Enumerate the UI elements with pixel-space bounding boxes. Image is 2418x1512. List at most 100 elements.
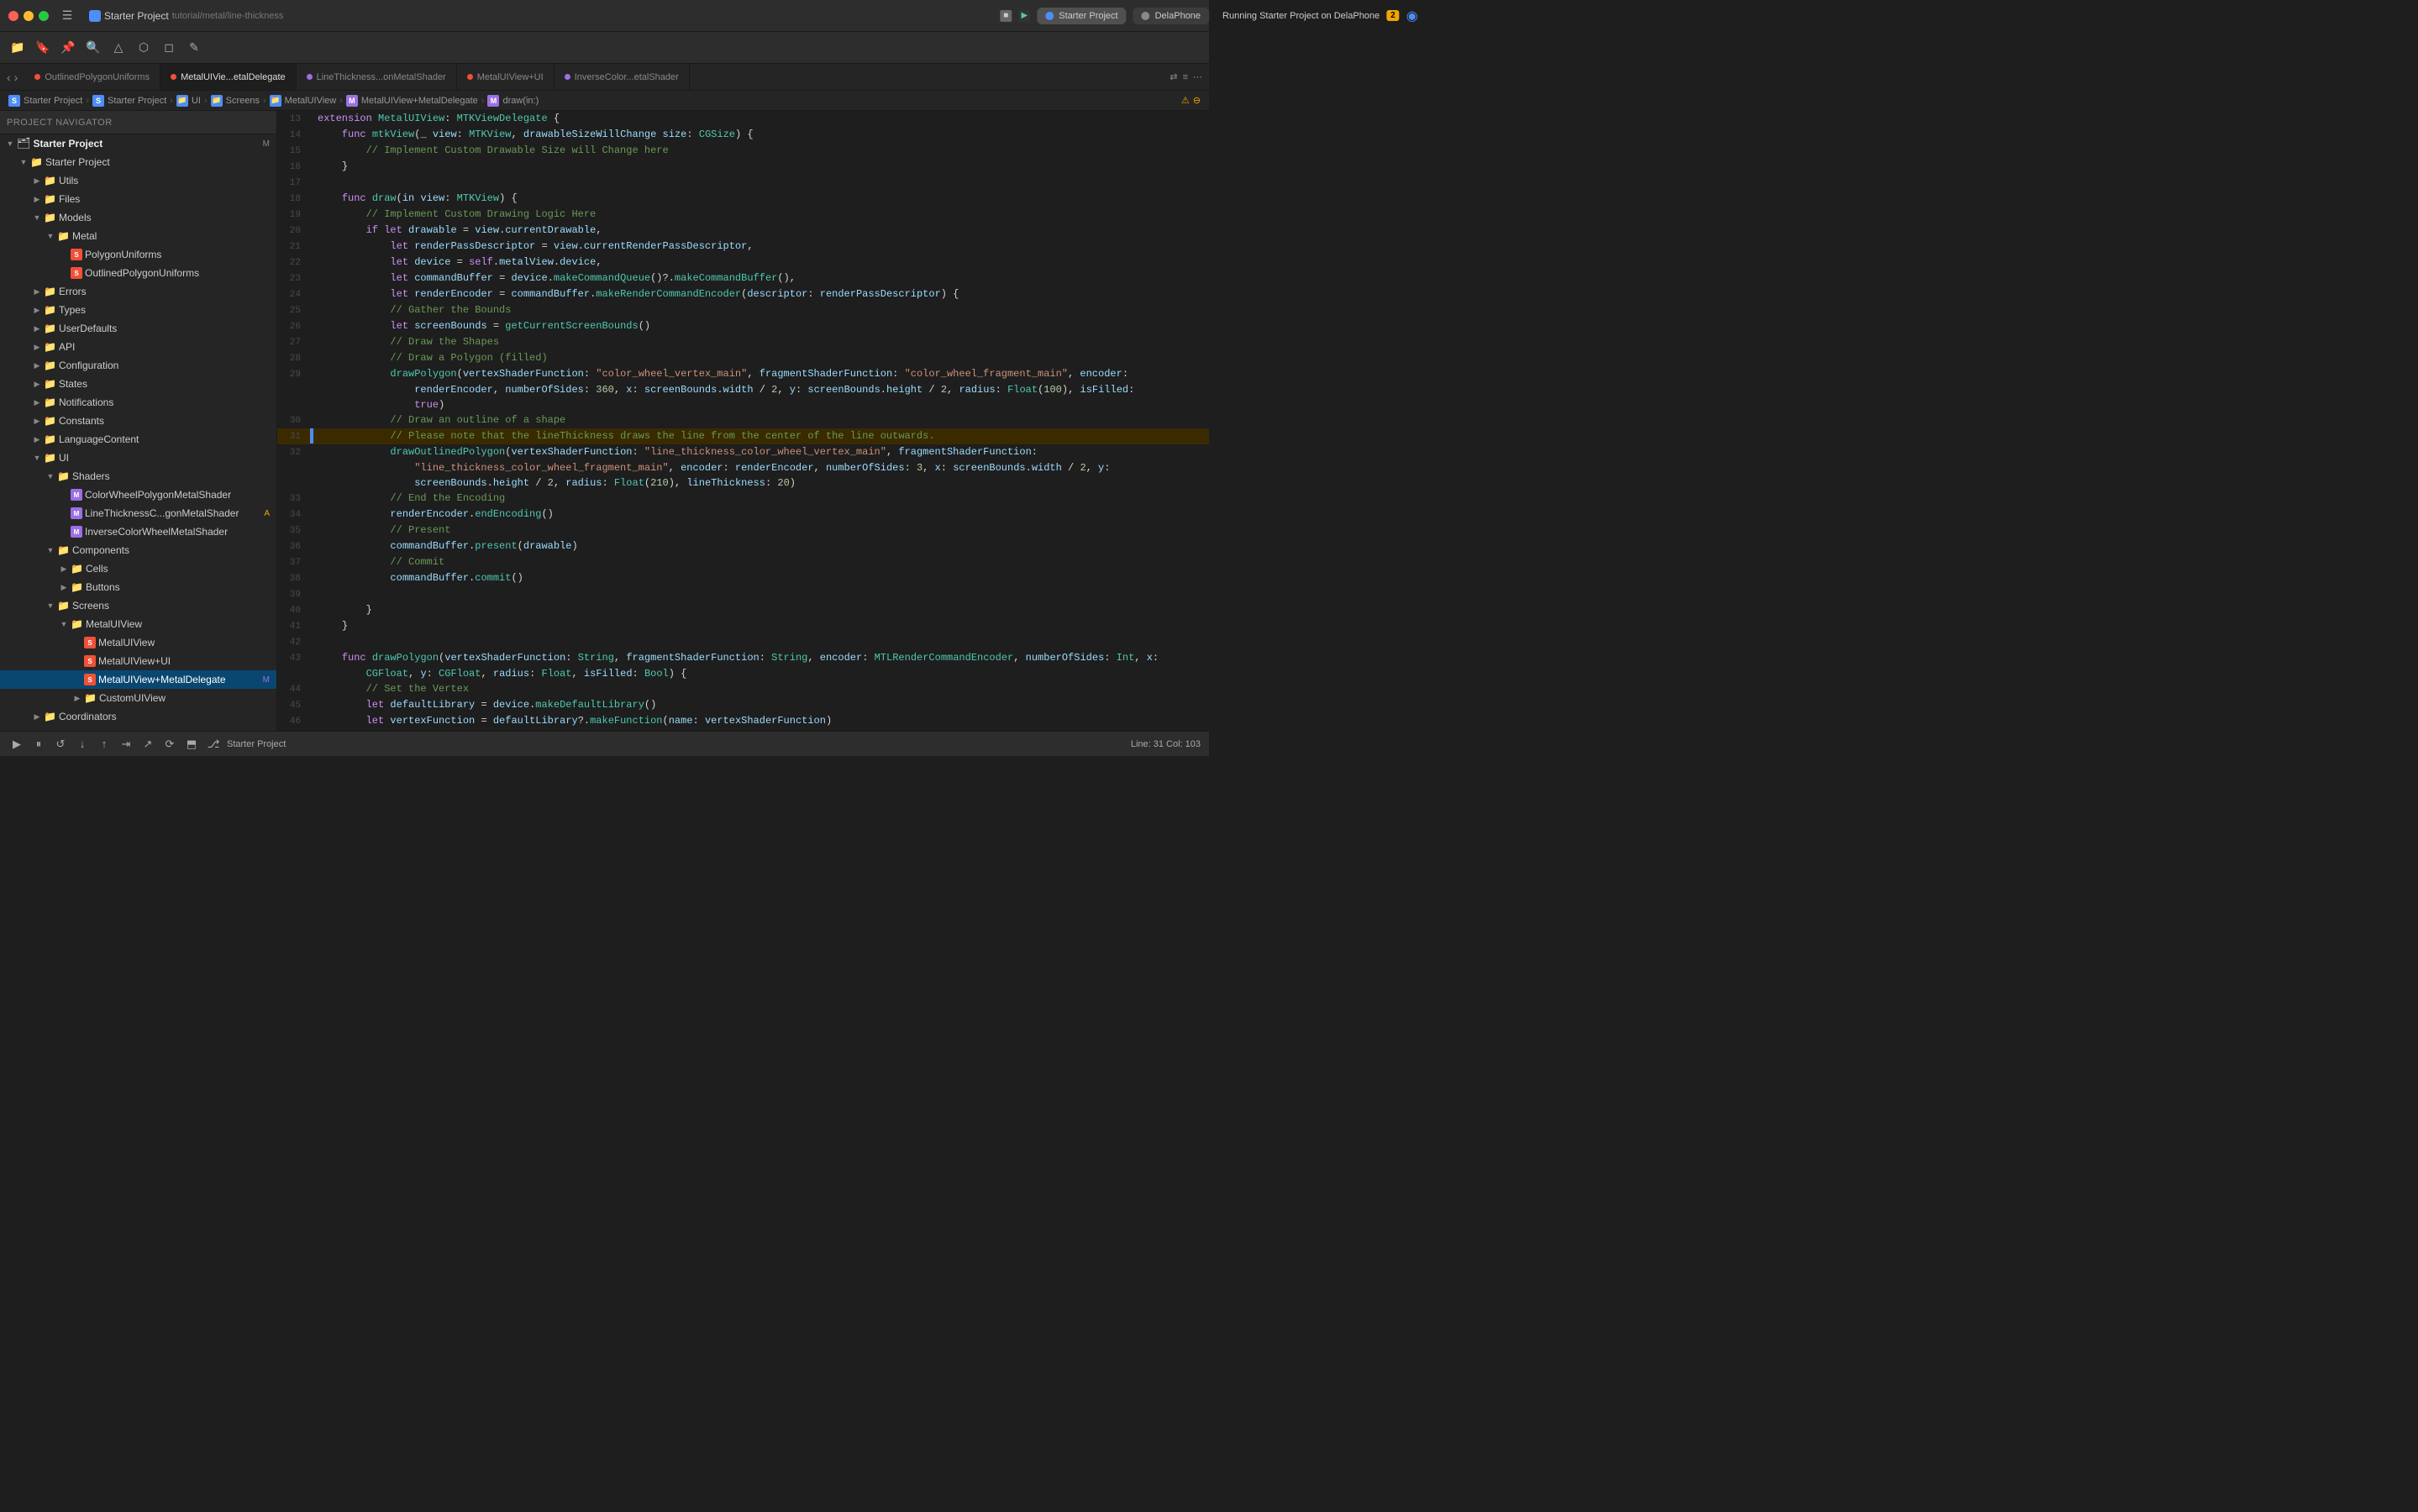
breadcrumb-delegate[interactable]: MetalUIView+MetalDelegate: [361, 96, 478, 106]
tab-delaphone[interactable]: DelaPhone: [1133, 8, 1209, 24]
edit-icon[interactable]: ✎: [185, 39, 203, 57]
stop-button[interactable]: ■: [1000, 10, 1012, 22]
tab-metal-ui-view-ui[interactable]: MetalUIView+UI: [457, 64, 555, 90]
breadcrumb-starter-project1[interactable]: Starter Project: [24, 96, 82, 106]
tree-metaluiview-file[interactable]: ▶ S MetalUIView: [0, 633, 276, 652]
search-icon[interactable]: 🔍: [84, 39, 103, 57]
tree-states[interactable]: ▶ 📁 States: [0, 375, 276, 393]
tree-starter-project[interactable]: ▼ 📁 Starter Project: [0, 153, 276, 171]
pause-icon[interactable]: ⏸: [30, 736, 47, 753]
tree-language-content[interactable]: ▶ 📁 LanguageContent: [0, 430, 276, 449]
folder-icon: 📁: [71, 581, 83, 593]
share-icon[interactable]: ↗: [139, 736, 156, 753]
cells-label: Cells: [86, 563, 270, 575]
tree-models[interactable]: ▼ 📁 Models: [0, 208, 276, 227]
run-button[interactable]: ▶: [1018, 10, 1030, 22]
code-line-13: 13 extension MetalUIView: MTKViewDelegat…: [277, 111, 1209, 127]
step-out-icon[interactable]: ⇥: [118, 736, 134, 753]
code-line-36: 36 commandBuffer.present(drawable): [277, 538, 1209, 554]
breadcrumb: S Starter Project › S Starter Project › …: [0, 91, 1209, 111]
tree-shaders[interactable]: ▼ 📁 Shaders: [0, 467, 276, 486]
step-back-icon[interactable]: ↺: [52, 736, 69, 753]
tree-ui[interactable]: ▼ 📁 UI: [0, 449, 276, 467]
code-line-31: 31 // Please note that the lineThickness…: [277, 428, 1209, 444]
layout-icon[interactable]: ≡: [1183, 72, 1188, 82]
tree-rootviewcontroller[interactable]: ▶ 📁 RootViewController: [0, 726, 276, 731]
layout-toggle-icon[interactable]: ⬒: [183, 736, 200, 753]
tree-cells[interactable]: ▶ 📁 Cells: [0, 559, 276, 578]
arrow-icon: ▶: [30, 174, 44, 187]
tab-outlined-polygon-uniforms[interactable]: OutlinedPolygonUniforms: [24, 64, 160, 90]
tree-metaluiview-delegate[interactable]: ▶ S MetalUIView+MetalDelegate M: [0, 670, 276, 689]
tree-metal[interactable]: ▼ 📁 Metal: [0, 227, 276, 245]
split-editor-icon[interactable]: ⇄: [1170, 71, 1177, 82]
outlined-polygon-label: OutlinedPolygonUniforms: [85, 267, 270, 279]
tree-api[interactable]: ▶ 📁 API: [0, 338, 276, 356]
tree-custom-uiview[interactable]: ▶ 📁 CustomUIView: [0, 689, 276, 707]
breadcrumb-starter-project2[interactable]: Starter Project: [108, 96, 166, 106]
tab-starter-project[interactable]: Starter Project: [1037, 8, 1126, 24]
tree-metaluiview-ui[interactable]: ▶ S MetalUIView+UI: [0, 652, 276, 670]
tree-inverse-shader[interactable]: ▶ M InverseColorWheelMetalShader: [0, 522, 276, 541]
warning-icon[interactable]: △: [109, 39, 128, 57]
tree-colorwheel-shader[interactable]: ▶ M ColorWheelPolygonMetalShader: [0, 486, 276, 504]
tree-constants[interactable]: ▶ 📁 Constants: [0, 412, 276, 430]
tree-screens[interactable]: ▼ 📁 Screens: [0, 596, 276, 615]
breadcrumb-screens[interactable]: Screens: [226, 96, 260, 106]
step-over-icon[interactable]: ↓: [74, 736, 91, 753]
breadcrumb-metaluiview[interactable]: MetalUIView: [285, 96, 337, 106]
code-line-37: 37 // Commit: [277, 554, 1209, 570]
hex-icon[interactable]: ⬡: [134, 39, 153, 57]
tree-utils[interactable]: ▶ 📁 Utils: [0, 171, 276, 190]
refresh-icon[interactable]: ⟳: [161, 736, 178, 753]
code-line-38: 38 commandBuffer.commit(): [277, 570, 1209, 586]
folder-icon[interactable]: 📁: [8, 39, 27, 57]
tab-inverse-color-shader[interactable]: InverseColor...etalShader: [555, 64, 690, 90]
tab-metal-ui-view-delegate[interactable]: MetalUIVie...etalDelegate: [160, 64, 297, 90]
tree-buttons[interactable]: ▶ 📁 Buttons: [0, 578, 276, 596]
ui-label: UI: [59, 452, 270, 464]
tree-userdefaults[interactable]: ▶ 📁 UserDefaults: [0, 319, 276, 338]
tree-outlined-polygon[interactable]: ▶ S OutlinedPolygonUniforms: [0, 264, 276, 282]
tree-notifications[interactable]: ▶ 📁 Notifications: [0, 393, 276, 412]
tree-polygon-uniforms[interactable]: ▶ S PolygonUniforms: [0, 245, 276, 264]
buttons-label: Buttons: [86, 581, 270, 593]
minimize-button[interactable]: [24, 11, 34, 21]
starter-project-label: Starter Project: [45, 156, 270, 168]
types-label: Types: [59, 304, 270, 316]
square-icon[interactable]: ◻: [160, 39, 178, 57]
tree-linethickness-shader[interactable]: ▶ M LineThicknessC...gonMetalShader A: [0, 504, 276, 522]
play-icon[interactable]: ▶: [8, 736, 25, 753]
tree-components[interactable]: ▼ 📁 Components: [0, 541, 276, 559]
sidebar-header: Project Navigator: [0, 111, 276, 134]
bookmark-icon[interactable]: 🔖: [34, 39, 52, 57]
arrow-icon: ▼: [3, 137, 17, 150]
arrow-icon: ▶: [30, 303, 44, 317]
tree-root[interactable]: ▼ 🗂 Starter Project M: [0, 134, 276, 153]
metaluiview-ui-label: MetalUIView+UI: [98, 655, 270, 667]
close-button[interactable]: [8, 11, 18, 21]
tree-coordinators[interactable]: ▶ 📁 Coordinators: [0, 707, 276, 726]
code-editor[interactable]: 13 extension MetalUIView: MTKViewDelegat…: [277, 111, 1209, 731]
sidebar-toggle-icon[interactable]: ☰: [59, 8, 76, 24]
maximize-button[interactable]: [39, 11, 49, 21]
tab-forward-button[interactable]: ›: [14, 71, 18, 84]
tab-back-button[interactable]: ‹: [7, 71, 11, 84]
titlebar: ☰ Starter Project tutorial/metal/line-th…: [0, 0, 1209, 32]
breadcrumb-draw[interactable]: draw(in:): [502, 96, 539, 106]
branch-icon[interactable]: ⎇: [205, 736, 222, 753]
metal-dot2-icon: [565, 74, 570, 80]
step-into-icon[interactable]: ↑: [96, 736, 113, 753]
tab-line-thickness-shader[interactable]: LineThickness...onMetalShader: [297, 64, 457, 90]
tree-types[interactable]: ▶ 📁 Types: [0, 301, 276, 319]
tree-errors[interactable]: ▶ 📁 Errors: [0, 282, 276, 301]
tree-configuration[interactable]: ▶ 📁 Configuration: [0, 356, 276, 375]
metal-icon: M: [71, 489, 82, 501]
code-line-29c: true): [277, 397, 1209, 412]
tree-metaluiview-folder[interactable]: ▼ 📁 MetalUIView: [0, 615, 276, 633]
metal-label: Metal: [72, 230, 270, 242]
tree-files[interactable]: ▶ 📁 Files: [0, 190, 276, 208]
pin-icon[interactable]: 📌: [59, 39, 77, 57]
more-icon[interactable]: ⋯: [1193, 71, 1202, 82]
breadcrumb-ui[interactable]: UI: [192, 96, 201, 106]
